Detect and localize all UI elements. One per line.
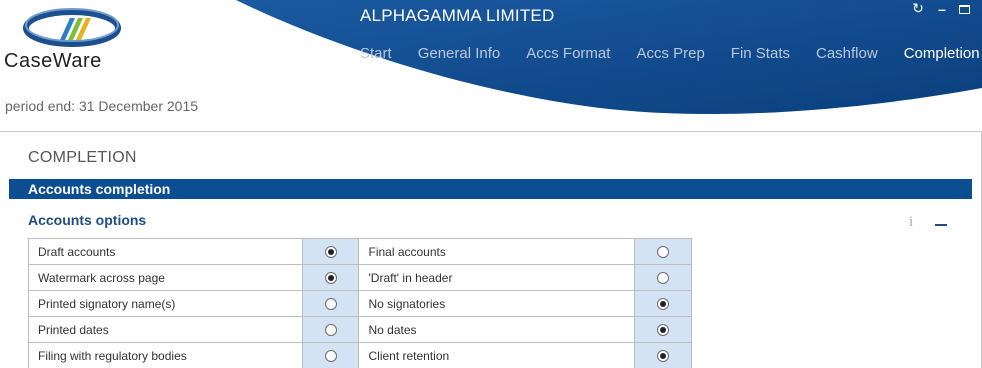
- option-label: Watermark across page: [28, 264, 303, 291]
- page-title: COMPLETION: [28, 149, 137, 166]
- options-table: Draft accounts Final accounts Watermark ac…: [28, 238, 692, 368]
- nav-fin-stats[interactable]: Fin Stats: [731, 45, 790, 62]
- main-nav: Start General Info Accs Format Accs Prep…: [360, 45, 980, 62]
- company-name: ALPHAGAMMA LIMITED: [360, 6, 555, 25]
- radio-button[interactable]: [324, 350, 337, 363]
- option-label: 'Draft' in header: [358, 264, 636, 291]
- radio-cell: [301, 264, 360, 291]
- radio-button[interactable]: [657, 298, 670, 311]
- nav-general-info[interactable]: General Info: [418, 45, 501, 62]
- radio-button[interactable]: [657, 350, 670, 363]
- radio-button[interactable]: [657, 246, 670, 259]
- logo-text: CaseWare: [4, 50, 102, 72]
- option-label: Final accounts: [358, 238, 636, 265]
- radio-cell: [301, 316, 360, 343]
- minimize-icon[interactable]: –: [935, 1, 949, 17]
- radio-button[interactable]: [657, 324, 670, 337]
- maximize-icon[interactable]: [959, 5, 970, 14]
- radio-cell: [301, 342, 360, 368]
- section-bar: Accounts completion: [9, 179, 972, 199]
- radio-button[interactable]: [324, 324, 337, 337]
- option-label: Client retention: [358, 342, 636, 368]
- content-panel: COMPLETION Accounts completion Accounts …: [0, 131, 982, 368]
- subsection-title: Accounts options: [28, 212, 147, 228]
- radio-cell: [301, 290, 360, 317]
- caseware-logo: CaseWare: [0, 0, 150, 80]
- nav-accs-prep[interactable]: Accs Prep: [636, 45, 704, 62]
- table-row: Printed dates No dates: [28, 316, 692, 343]
- nav-completion[interactable]: Completion: [904, 45, 980, 62]
- nav-cashflow[interactable]: Cashflow: [816, 45, 878, 62]
- table-row: Watermark across page 'Draft' in header: [28, 264, 692, 291]
- nav-accs-format[interactable]: Accs Format: [526, 45, 610, 62]
- radio-cell: [634, 316, 692, 343]
- option-label: Printed signatory name(s): [28, 290, 303, 317]
- radio-cell: [634, 264, 692, 291]
- radio-cell: [301, 238, 360, 265]
- table-row: Draft accounts Final accounts: [28, 238, 692, 265]
- option-label: No dates: [358, 316, 636, 343]
- collapse-icon[interactable]: [935, 224, 947, 226]
- radio-button[interactable]: [657, 272, 670, 285]
- table-row: Printed signatory name(s) No signatories: [28, 290, 692, 317]
- nav-start[interactable]: Start: [360, 45, 392, 62]
- period-end: period end: 31 December 2015: [5, 98, 199, 114]
- option-label: No signatories: [358, 290, 636, 317]
- refresh-icon[interactable]: ↻: [911, 0, 925, 17]
- radio-button[interactable]: [324, 246, 337, 259]
- info-icon[interactable]: i: [909, 214, 913, 231]
- radio-button[interactable]: [324, 272, 337, 285]
- option-label: Filing with regulatory bodies: [28, 342, 303, 368]
- option-label: Printed dates: [28, 316, 303, 343]
- option-label: Draft accounts: [28, 238, 303, 265]
- window-controls: ↻ –: [911, 0, 970, 17]
- logo-mark-icon: [23, 8, 121, 47]
- radio-cell: [634, 342, 692, 368]
- radio-button[interactable]: [324, 298, 337, 311]
- radio-cell: [634, 290, 692, 317]
- table-row: Filing with regulatory bodies Client rete…: [28, 342, 692, 368]
- app-header: CaseWare ALPHAGAMMA LIMITED Start Genera…: [0, 0, 982, 130]
- radio-cell: [634, 238, 692, 265]
